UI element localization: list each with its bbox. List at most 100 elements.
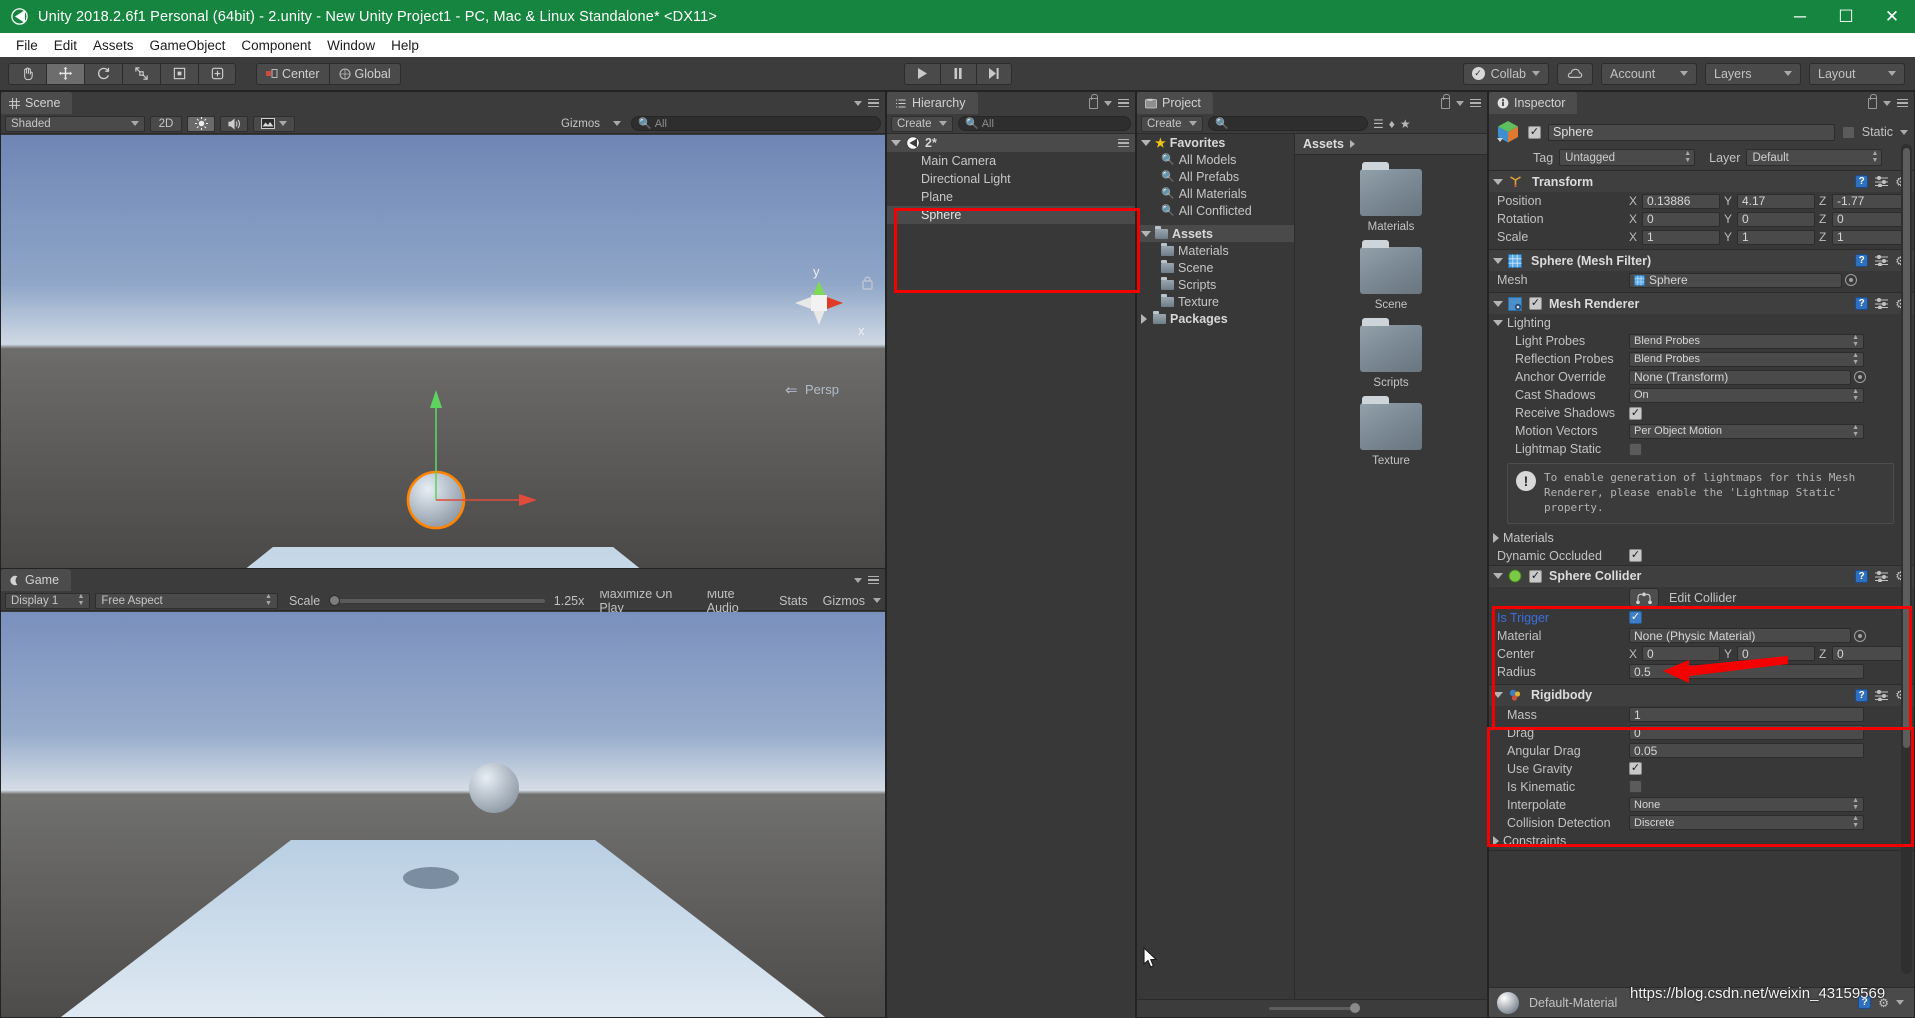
lock-icon[interactable] [1441,93,1450,109]
scale-y-input[interactable]: 1 [1737,229,1815,245]
rotation-x-input[interactable]: 0 [1642,211,1720,227]
game-options-icon[interactable] [868,575,879,585]
preset-icon[interactable] [1875,254,1889,267]
use-gravity-checkbox[interactable]: ✓ [1629,762,1642,776]
help-icon[interactable]: ? [1855,175,1869,188]
hierarchy-scene-row[interactable]: 2* [887,134,1135,152]
motion-vectors-dropdown[interactable]: Per Object Motion ▲ ▼ [1629,423,1864,439]
account-button[interactable]: Account [1601,62,1697,85]
menu-component[interactable]: Component [233,37,319,54]
is-trigger-checkbox[interactable]: ✓ [1629,611,1642,625]
object-picker-icon[interactable] [1854,629,1866,642]
project-tree-packages[interactable]: Packages [1137,310,1294,327]
sphere-collider-enabled-checkbox[interactable]: ✓ [1529,569,1542,583]
project-search-input[interactable]: 🔍 [1208,116,1368,131]
aspect-dropdown[interactable]: Free Aspect ▲ ▼ [95,592,278,609]
menu-gameobject[interactable]: GameObject [142,37,234,54]
gameobject-enabled-checkbox[interactable]: ✓ [1528,125,1541,139]
preset-icon[interactable] [1875,570,1889,583]
help-icon[interactable]: ? [1855,254,1869,267]
chevron-down-icon[interactable] [1104,100,1112,106]
position-z-input[interactable]: -1.77 [1832,193,1910,209]
scale-tool-button[interactable] [122,62,160,85]
move-tool-button[interactable] [46,62,84,85]
cloud-services-button[interactable] [1557,62,1593,85]
step-button[interactable] [975,62,1012,85]
chevron-down-icon[interactable] [1900,129,1908,135]
preset-icon[interactable] [1875,689,1889,702]
is-kinematic-checkbox[interactable] [1629,780,1642,794]
menu-window[interactable]: Window [319,37,383,54]
scene-audio-button[interactable] [220,115,248,132]
chevron-down-icon[interactable] [1883,100,1891,106]
position-y-input[interactable]: 4.17 [1737,193,1815,209]
tab-scene[interactable]: Scene [1,92,73,114]
help-icon[interactable]: ? [1855,688,1869,702]
scene-viewport[interactable]: y x Persp ⇐ [1,135,885,571]
play-button[interactable] [903,62,940,85]
preset-icon[interactable] [1875,297,1889,310]
transform-tool-button[interactable] [198,62,236,85]
receive-shadows-checkbox[interactable]: ✓ [1629,406,1642,420]
scene-lighting-button[interactable] [187,115,215,132]
preset-icon[interactable] [1875,175,1889,188]
project-tree-scene[interactable]: Scene [1137,259,1294,276]
game-gizmos-dropdown[interactable]: Gizmos [823,594,865,608]
rotation-y-input[interactable]: 0 [1737,211,1815,227]
filter-by-type-icon[interactable]: ☰ [1373,117,1384,131]
lock-icon[interactable] [1868,93,1877,109]
project-tree-all-materials[interactable]: 🔍 All Materials [1137,185,1294,202]
collapse-triangle-icon[interactable] [1141,313,1147,324]
favorite-star-icon[interactable]: ★ [1400,117,1411,131]
lighting-foldout[interactable]: Lighting [1489,314,1914,332]
expand-triangle-icon[interactable] [891,140,901,146]
layer-dropdown[interactable]: Default ▲ ▼ [1746,149,1883,166]
dynamic-occluded-checkbox[interactable]: ✓ [1629,549,1642,563]
mesh-renderer-enabled-checkbox[interactable]: ✓ [1529,297,1542,310]
asset-item-texture[interactable]: Texture [1360,396,1422,467]
hierarchy-item-plane[interactable]: Plane [887,188,1135,206]
hierarchy-item-directional-light[interactable]: Directional Light [887,170,1135,188]
scale-slider[interactable] [329,595,545,607]
mesh-object-field[interactable]: Sphere [1629,272,1842,288]
game-viewport[interactable] [1,612,885,1017]
asset-item-scene[interactable]: Scene [1360,240,1422,311]
static-checkbox[interactable] [1841,125,1855,139]
perspective-mode-label[interactable]: Persp [805,382,839,397]
scale-z-input[interactable]: 1 [1832,229,1910,245]
project-tree-assets[interactable]: Assets [1137,225,1294,242]
collision-detection-dropdown[interactable]: Discrete ▲ ▼ [1629,815,1864,831]
pivot-mode-button[interactable]: Center [256,62,329,85]
collider-radius-input[interactable]: 0.5 [1629,664,1864,680]
expand-triangle-icon[interactable] [1141,230,1151,237]
edit-collider-button[interactable] [1629,588,1659,608]
menu-edit[interactable]: Edit [46,37,85,54]
rect-tool-button[interactable] [160,62,198,85]
scene-row-options-icon[interactable] [1118,138,1129,148]
angular-drag-input[interactable]: 0.05 [1629,743,1864,759]
collider-material-object-field[interactable]: None (Physic Material) [1629,628,1851,644]
maximize-button[interactable]: ☐ [1823,0,1869,33]
expand-triangle-icon[interactable] [1493,573,1503,580]
asset-item-materials[interactable]: Materials [1360,162,1422,233]
drag-input[interactable]: 0 [1629,725,1864,741]
project-tree-all-models[interactable]: 🔍 All Models [1137,151,1294,168]
rotation-z-input[interactable]: 0 [1832,211,1910,227]
rotate-tool-button[interactable] [84,62,122,85]
project-tree-all-conflicted[interactable]: 🔍 All Conflicted [1137,202,1294,219]
tab-project[interactable]: Project [1137,92,1213,114]
expand-triangle-icon[interactable] [1141,139,1151,146]
hierarchy-item-sphere[interactable]: Sphere [887,206,1135,224]
reflection-probes-dropdown[interactable]: Blend Probes ▲ ▼ [1629,351,1864,367]
collider-center-z-input[interactable]: 0 [1832,646,1910,662]
chevron-down-icon[interactable] [873,598,881,603]
tag-dropdown[interactable]: Untagged ▲ ▼ [1559,149,1696,166]
gizmos-dropdown[interactable]: Gizmos [556,116,626,132]
layout-button[interactable]: Layout [1809,62,1905,85]
materials-foldout[interactable]: Materials [1489,529,1914,547]
space-mode-button[interactable]: Global [328,62,401,85]
project-create-button[interactable]: Create [1141,115,1203,132]
minimize-button[interactable]: ─ [1777,0,1823,33]
layers-button[interactable]: Layers [1705,62,1801,85]
inspector-options-icon[interactable] [1897,98,1908,108]
